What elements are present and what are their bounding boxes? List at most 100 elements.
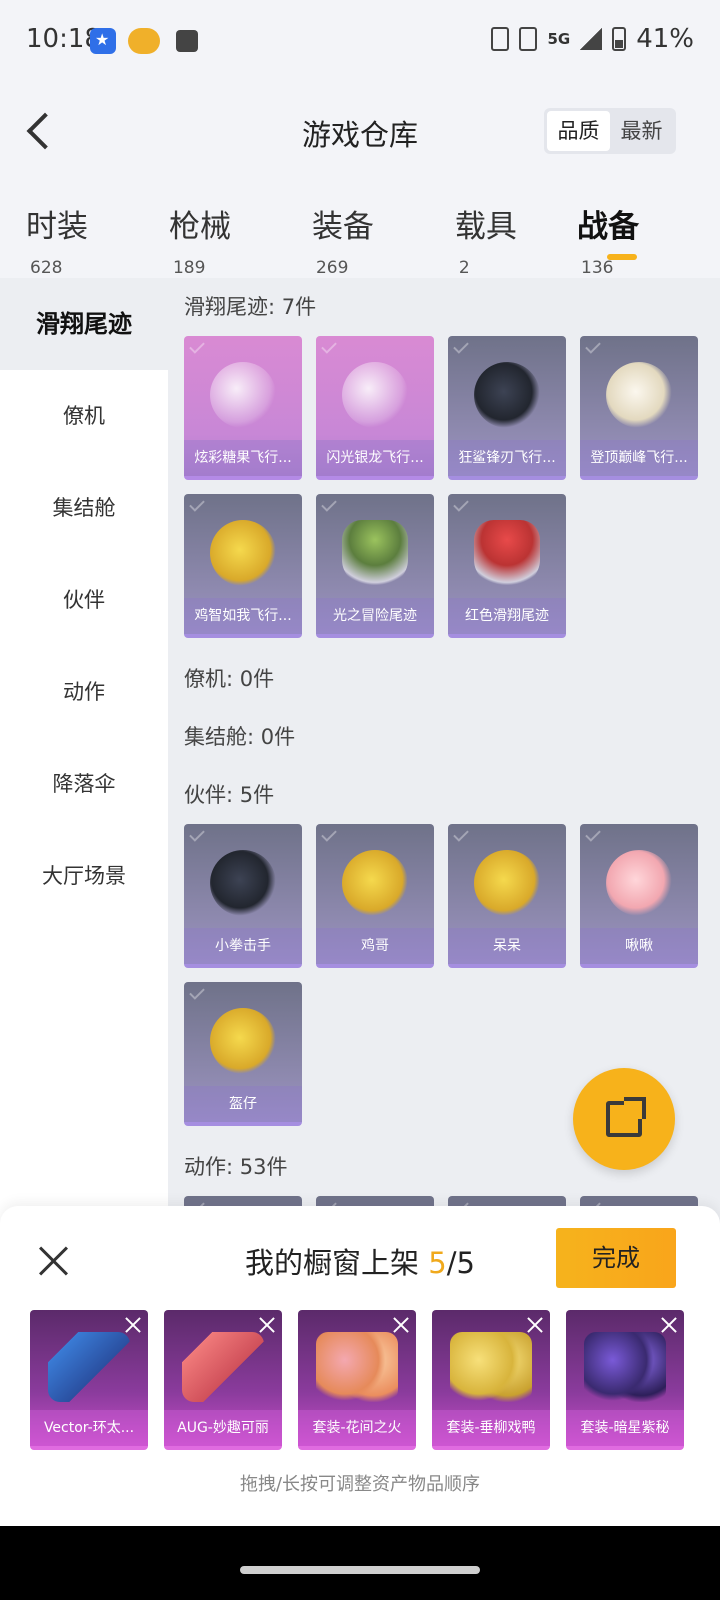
status-bar: 10:18 5G 41% <box>0 0 720 82</box>
item-card[interactable]: 啾啾 <box>580 824 698 968</box>
item-name: 红色滑翔尾迹 <box>448 598 566 634</box>
showcase-shelf: Vector-环太... AUG-妙趣可丽 套装-花间之火 套装-垂柳戏鸭 套装… <box>30 1310 684 1450</box>
item-card[interactable]: 盔仔 <box>184 982 302 1126</box>
showcase-count-total: /5 <box>446 1246 475 1280</box>
check-icon <box>585 338 601 354</box>
app-notification-icon <box>90 28 116 54</box>
check-icon <box>321 338 337 354</box>
section-title-partner: 伙伴: 5件 <box>184 783 275 807</box>
tab-combat-gear[interactable]: 战备 136 <box>577 182 672 278</box>
showcase-item-name: 套装-垂柳戏鸭 <box>432 1410 550 1446</box>
tab-label: 时装 <box>26 209 88 245</box>
check-icon <box>321 496 337 512</box>
reorder-hint: 拖拽/长按可调整资产物品顺序 <box>239 1474 481 1495</box>
item-name: 鸡哥 <box>316 928 434 964</box>
sort-quality[interactable]: 品质 <box>547 111 610 151</box>
outfit-icon <box>316 1332 398 1402</box>
vector-gun-icon <box>48 1332 130 1402</box>
check-icon <box>321 826 337 842</box>
sidebar-item-parachute[interactable]: 降落伞 <box>0 738 168 830</box>
check-icon <box>453 826 469 842</box>
red-smoke-trail-icon <box>474 520 540 586</box>
check-icon <box>189 338 205 354</box>
external-link-icon <box>606 1097 646 1137</box>
tab-vehicles[interactable]: 载具 2 <box>455 182 529 278</box>
sidebar-item-wingman[interactable]: 僚机 <box>0 370 168 462</box>
item-card[interactable]: 小拳击手 <box>184 824 302 968</box>
section-title-glide: 滑翔尾迹: 7件 <box>184 295 317 319</box>
showcase-item-name: 套装-暗星紫秘 <box>566 1410 684 1446</box>
done-button[interactable]: 完成 <box>556 1228 676 1288</box>
candy-trail-icon <box>210 362 276 428</box>
check-icon <box>453 338 469 354</box>
item-card[interactable]: 光之冒险尾迹 <box>316 494 434 638</box>
showcase-item[interactable]: 套装-垂柳戏鸭 <box>432 1310 550 1450</box>
battery-icon <box>612 27 627 51</box>
item-name: 登顶巅峰飞行... <box>580 440 698 476</box>
tab-count: 628 <box>30 258 63 278</box>
showcase-item[interactable]: 套装-暗星紫秘 <box>566 1310 684 1450</box>
signal-icon <box>580 28 603 50</box>
remove-icon[interactable] <box>526 1316 544 1334</box>
item-name: 光之冒险尾迹 <box>316 598 434 634</box>
check-icon <box>189 984 205 1000</box>
chicken-partner-icon <box>342 850 408 916</box>
tab-label: 载具 <box>454 209 517 245</box>
tab-guns[interactable]: 枪械 189 <box>169 182 264 278</box>
section-title-wingman: 僚机: 0件 <box>184 667 275 691</box>
item-card[interactable]: 炫彩糖果飞行... <box>184 336 302 480</box>
pink-bird-partner-icon <box>606 850 672 916</box>
item-card[interactable]: 狂鲨锋刃飞行... <box>448 336 566 480</box>
item-name: 盔仔 <box>184 1086 302 1122</box>
sidebar-item-pod[interactable]: 集结舱 <box>0 462 168 554</box>
chick-partner-icon <box>474 850 540 916</box>
check-icon <box>453 496 469 512</box>
item-card[interactable]: 鸡哥 <box>316 824 434 968</box>
check-icon <box>189 826 205 842</box>
sidebar-item-action[interactable]: 动作 <box>0 646 168 738</box>
showcase-item[interactable]: AUG-妙趣可丽 <box>164 1310 282 1450</box>
network-type: 5G <box>547 30 571 48</box>
helmet-chick-partner-icon <box>210 1008 276 1074</box>
showcase-item[interactable]: Vector-环太... <box>30 1310 148 1450</box>
item-card[interactable]: 鸡智如我飞行... <box>184 494 302 638</box>
tab-label: 战备 <box>577 209 640 245</box>
item-card[interactable]: 闪光银龙飞行... <box>316 336 434 480</box>
remove-icon[interactable] <box>660 1316 678 1334</box>
item-name: 呆呆 <box>448 928 566 964</box>
glide-grid: 炫彩糖果飞行... 闪光银龙飞行... 狂鲨锋刃飞行... 登顶巅峰飞行... … <box>184 336 720 638</box>
item-card[interactable]: 呆呆 <box>448 824 566 968</box>
item-name: 鸡智如我飞行... <box>184 598 302 634</box>
item-name: 闪光银龙飞行... <box>316 440 434 476</box>
status-right: 5G 41% <box>491 24 694 54</box>
sort-toggle[interactable]: 品质 最新 <box>544 108 676 154</box>
sort-latest[interactable]: 最新 <box>610 111 673 151</box>
category-sidebar: 滑翔尾迹 僚机 集结舱 伙伴 动作 降落伞 大厅场景 <box>0 278 168 1238</box>
showcase-item[interactable]: 套装-花间之火 <box>298 1310 416 1450</box>
share-fab-button[interactable] <box>573 1068 675 1170</box>
home-gesture-bar[interactable] <box>240 1566 480 1574</box>
page-header: 游戏仓库 品质 最新 <box>0 82 720 182</box>
item-card[interactable]: 登顶巅峰飞行... <box>580 336 698 480</box>
remove-icon[interactable] <box>124 1316 142 1334</box>
showcase-item-name: Vector-环太... <box>30 1410 148 1446</box>
tab-equipment[interactable]: 装备 269 <box>312 182 407 278</box>
item-name: 狂鲨锋刃飞行... <box>448 440 566 476</box>
tab-fashion[interactable]: 时装 628 <box>26 182 121 278</box>
remove-icon[interactable] <box>392 1316 410 1334</box>
showcase-item-name: AUG-妙趣可丽 <box>164 1410 282 1446</box>
remove-icon[interactable] <box>258 1316 276 1334</box>
showcase-sheet: 我的橱窗上架 5/5 完成 Vector-环太... AUG-妙趣可丽 套装-花… <box>0 1206 720 1526</box>
tab-count: 136 <box>581 258 614 278</box>
sidebar-item-partner[interactable]: 伙伴 <box>0 554 168 646</box>
check-icon <box>585 826 601 842</box>
shark-glider-icon <box>474 362 540 428</box>
aug-gun-icon <box>182 1332 264 1402</box>
tab-count: 2 <box>458 258 470 278</box>
system-nav-bar <box>0 1526 720 1600</box>
sidebar-item-glide-trail[interactable]: 滑翔尾迹 <box>0 278 168 370</box>
sidebar-item-lobby-scene[interactable]: 大厅场景 <box>0 830 168 922</box>
tab-count: 269 <box>315 258 349 278</box>
item-card[interactable]: 红色滑翔尾迹 <box>448 494 566 638</box>
jet-glider-icon <box>606 362 672 428</box>
